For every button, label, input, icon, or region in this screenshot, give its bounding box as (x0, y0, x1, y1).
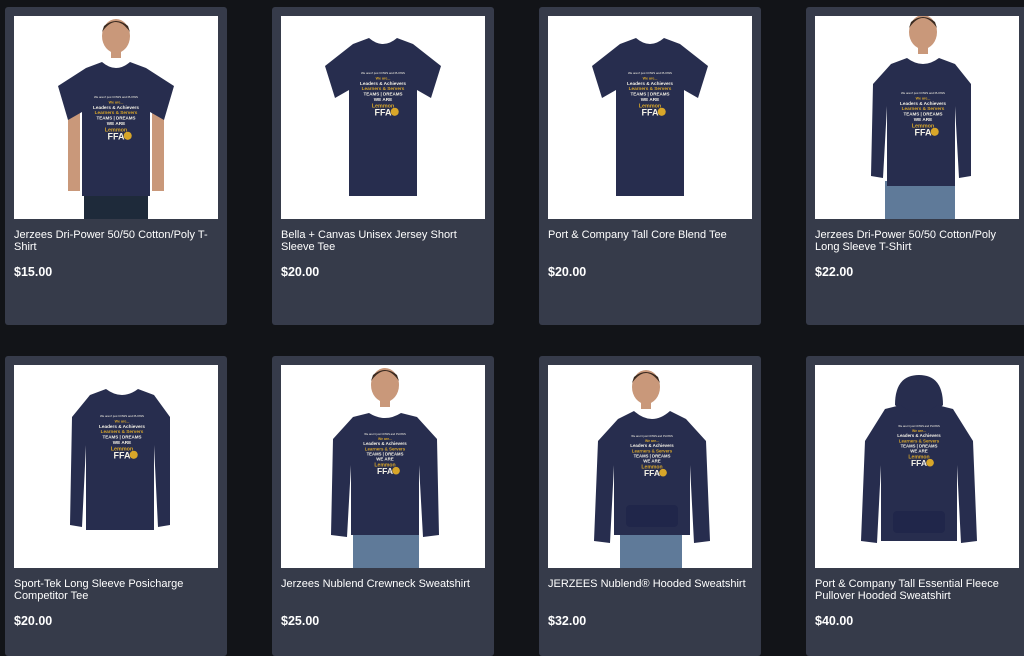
print-text: WE ARE (643, 459, 661, 464)
print-text: Leaders & Achievers (627, 81, 673, 86)
print-text: Learners & Servers (95, 110, 138, 115)
product-image[interactable]: We aren't just COWS and PLOWS We are... … (548, 16, 752, 219)
product-card[interactable]: We aren't just COWS and PLOWS We are... … (272, 7, 494, 325)
longsleeve-icon: We aren't just COWS and PLOWS We are... … (70, 389, 170, 530)
print-text: FFA (642, 107, 659, 117)
print-text: We aren't just COWS and PLOWS (361, 71, 405, 75)
product-card[interactable]: We aren't just COWS and PLOWS We are... … (806, 356, 1024, 656)
product-name[interactable]: Jerzees Dri-Power 50/50 Cotton/Poly Long… (815, 229, 1021, 253)
product-name[interactable]: Sport-Tek Long Sleeve Posicharge Competi… (14, 578, 220, 602)
print-text: We aren't just COWS and PLOWS (364, 432, 406, 436)
product-price: $25.00 (281, 614, 320, 628)
hoodie-icon: We aren't just COWS and PLOWS We are... … (861, 375, 977, 543)
ffa-emblem-icon (926, 458, 934, 467)
product-card[interactable]: We aren't just COWS and PLOWS We are... … (5, 356, 227, 656)
hoodie-model-icon: We aren't just COWS and PLOWS We are... … (594, 370, 710, 568)
print-text: We aren't just COWS and PLOWS (100, 414, 144, 418)
print-text: WE ARE (107, 121, 125, 126)
print-text: Leaders & Achievers (360, 81, 406, 86)
product-image[interactable]: We aren't just COWS and PLOWS We are... … (548, 365, 752, 568)
print-text: Leaders & Achievers (99, 424, 145, 429)
print-text: FFA (114, 450, 131, 460)
product-card[interactable]: We aren't just COWS and PLOWS We are... … (272, 356, 494, 656)
print-text: TEAMS | DREAMS (630, 92, 669, 97)
print-text: WE ARE (376, 457, 394, 462)
print-text: FFA (108, 131, 125, 141)
tshirt-model-icon: We aren't just COWS and PLOWS We are... … (58, 19, 174, 219)
print-text: We are... (115, 419, 130, 423)
product-card[interactable]: We aren't just COWS and PLOWS We are... … (539, 356, 761, 656)
print-text: Learners & Servers (362, 86, 405, 91)
ffa-emblem-icon (930, 127, 939, 136)
product-image[interactable]: We aren't just COWS and PLOWS We are... … (815, 365, 1019, 568)
print-text: We aren't just COWS and PLOWS (898, 424, 940, 428)
print-text: FFA (915, 127, 932, 137)
print-text: We are... (916, 96, 931, 100)
print-text: TEAMS | DREAMS (363, 92, 402, 97)
print-text: Learners & Servers (101, 429, 144, 434)
product-name[interactable]: Bella + Canvas Unisex Jersey Short Sleev… (281, 229, 487, 253)
product-name[interactable]: Jerzees Dri-Power 50/50 Cotton/Poly T-Sh… (14, 229, 220, 253)
tshirt-icon: We aren't just COWS and PLOWS We are... … (325, 38, 441, 196)
print-text: WE ARE (910, 449, 928, 454)
print-text: Learners & Servers (629, 86, 672, 91)
kangaroo-pocket (893, 511, 945, 533)
print-text: We aren't just COWS and PLOWS (628, 71, 672, 75)
print-text: We are... (109, 100, 124, 104)
product-price: $20.00 (14, 614, 53, 628)
product-name[interactable]: Port & Company Tall Essential Fleece Pul… (815, 578, 1021, 602)
ffa-emblem-icon (657, 107, 666, 116)
ffa-emblem-icon (659, 468, 667, 477)
print-text: We aren't just COWS and PLOWS (631, 434, 673, 438)
product-image[interactable]: We aren't just COWS and PLOWS We are... … (14, 16, 218, 219)
print-text: FFA (375, 107, 392, 117)
product-price: $40.00 (815, 614, 854, 628)
tshirt-icon: We aren't just COWS and PLOWS We are... … (592, 38, 708, 196)
print-text: We are... (643, 76, 658, 80)
print-text: We are... (376, 76, 391, 80)
ffa-emblem-icon (129, 450, 138, 459)
product-name[interactable]: Jerzees Nublend Crewneck Sweatshirt (281, 578, 487, 590)
ffa-emblem-icon (123, 131, 132, 140)
product-image[interactable]: We aren't just COWS and PLOWS We are... … (281, 365, 485, 568)
kangaroo-pocket (626, 505, 678, 527)
print-text: We aren't just COWS and PLOWS (901, 91, 945, 95)
ffa-emblem-icon (392, 466, 400, 475)
print-text: FFA (911, 458, 927, 468)
model-head (632, 370, 660, 409)
print-text: WE ARE (113, 440, 131, 445)
print-text: Leaders & Achievers (900, 101, 946, 106)
print-text: FFA (377, 466, 393, 476)
model-head (909, 16, 937, 54)
product-price: $22.00 (815, 265, 854, 279)
print-text: FFA (644, 468, 660, 478)
ffa-emblem-icon (390, 107, 399, 116)
product-name[interactable]: Port & Company Tall Core Blend Tee (548, 229, 754, 241)
print-text: TEAMS | DREAMS (102, 435, 141, 440)
product-price: $20.00 (548, 265, 587, 279)
product-card[interactable]: We aren't just COWS and PLOWS We are... … (806, 7, 1024, 325)
print-text: We aren't just COWS and PLOWS (94, 95, 138, 99)
print-text: TEAMS | DREAMS (903, 112, 942, 117)
product-image[interactable]: We aren't just COWS and PLOWS We are... … (14, 365, 218, 568)
product-image[interactable]: We aren't just COWS and PLOWS We are... … (281, 16, 485, 219)
sweatshirt-model-icon: We aren't just COWS and PLOWS We are... … (331, 368, 439, 568)
print-text: Learners & Servers (902, 106, 945, 111)
product-price: $15.00 (14, 265, 53, 279)
product-name[interactable]: JERZEES Nublend® Hooded Sweatshirt (548, 578, 754, 590)
print-text: WE ARE (914, 117, 932, 122)
product-image[interactable]: We aren't just COWS and PLOWS We are... … (815, 16, 1019, 219)
product-price: $32.00 (548, 614, 587, 628)
print-text: WE ARE (374, 97, 392, 102)
model-head (371, 368, 399, 407)
print-text: WE ARE (641, 97, 659, 102)
print-text: Leaders & Achievers (93, 105, 139, 110)
print-text: TEAMS | DREAMS (96, 116, 135, 121)
model-head (102, 19, 130, 58)
product-card[interactable]: We aren't just COWS and PLOWS We are... … (5, 7, 227, 325)
product-card[interactable]: We aren't just COWS and PLOWS We are... … (539, 7, 761, 325)
product-price: $20.00 (281, 265, 320, 279)
longsleeve-model-icon: We aren't just COWS and PLOWS We are... … (871, 16, 971, 219)
